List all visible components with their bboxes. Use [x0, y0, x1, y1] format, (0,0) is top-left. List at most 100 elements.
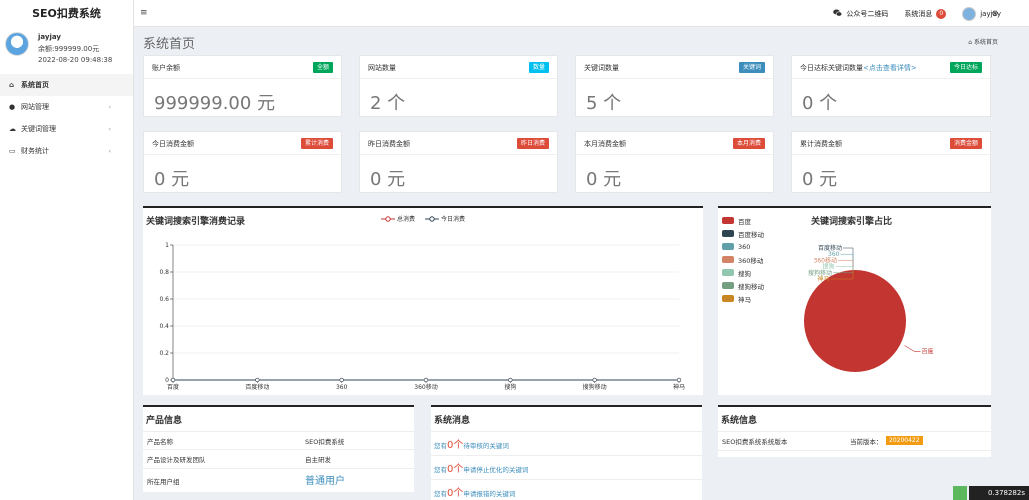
legend-swatch — [722, 217, 734, 224]
legend-item[interactable]: 百度移动 — [722, 227, 764, 240]
sidebar-item-home[interactable]: ⌂ 系统首页 — [0, 74, 133, 96]
row-key: 产品设计及研发团队 — [147, 456, 206, 464]
stat-tag: 昨日消费 — [516, 138, 549, 149]
divider — [431, 431, 702, 432]
chevron-left-icon: ‹ — [108, 147, 111, 155]
table-row: 产品名称 SEO扣费系统 — [143, 431, 414, 450]
stat-card-today-reached: 今日达标关键词数量<点击查看详情> 今日达标 0 个 — [791, 55, 991, 117]
sidebar: jayjay 余额:999999.00元 2022-08-20 09:48:38… — [0, 27, 134, 500]
x-tick-label: 360 — [336, 384, 348, 391]
stat-label: 今日达标关键词数量<点击查看详情> — [800, 63, 917, 73]
pie-label-line — [840, 253, 854, 270]
legend-item[interactable]: 搜狗移动 — [722, 279, 764, 292]
legend-item[interactable]: 360 — [722, 240, 764, 253]
message-link[interactable]: 您有0个申请报错的关键词 — [434, 484, 515, 499]
stat-card-yesterday-spend: 昨日消费金额 昨日消费 0 元 — [359, 131, 558, 193]
breadcrumb-home[interactable]: 系统首页 — [974, 39, 998, 46]
app-logo[interactable]: SEO扣费系统 — [0, 0, 134, 27]
data-point — [339, 377, 344, 383]
gears-icon[interactable]: ⚙ — [987, 0, 1003, 27]
y-tick-label: 1 — [165, 242, 169, 249]
data-point — [676, 377, 682, 383]
data-point — [255, 377, 260, 383]
stat-label-text: 今日达标关键词数量 — [800, 64, 863, 72]
table-row: 所在用户组 普通用户 — [143, 469, 414, 493]
msg-pre: 您有 — [434, 490, 447, 498]
sidebar-item-sites[interactable]: ● 网站管理 ‹ — [0, 96, 133, 118]
legend-swatch — [722, 295, 734, 302]
stat-label: 今日消费金额 — [152, 140, 194, 148]
legend-item[interactable]: 360移动 — [722, 253, 764, 266]
y-tick-label: 0.2 — [159, 350, 169, 357]
pie-chart-legend: 百度 百度移动 360 360移动搜狗搜狗移动 神马 — [722, 214, 764, 305]
stat-card-sites: 网站数量 数量 2 个 — [359, 55, 558, 117]
stat-card-keywords: 关键词数量 关键词 5 个 — [575, 55, 774, 117]
user-name: jayjay — [38, 33, 61, 41]
menu-toggle-icon[interactable]: ≡ — [140, 0, 148, 27]
legend-label: 搜狗移动 — [738, 282, 764, 291]
stat-label: 累计消费金额 — [800, 140, 842, 148]
msg-post: 待审核的关键词 — [463, 442, 509, 450]
divider — [144, 78, 341, 79]
circle-icon: ● — [9, 103, 16, 111]
panel-title: 系统消息 — [434, 416, 471, 426]
top-bar: SEO扣费系统 ≡ 公众号二维码 系统消息 0 jayjay ⚙ — [0, 0, 1029, 27]
load-time: 0.378282s — [987, 489, 1025, 497]
details-link[interactable]: <点击查看详情> — [863, 64, 917, 72]
stat-value: 0 元 — [586, 169, 622, 190]
divider — [792, 154, 990, 155]
credit-card-icon: ▭ — [9, 147, 16, 155]
sidebar-item-label: 系统首页 — [21, 81, 49, 89]
stat-label: 本月消费金额 — [584, 140, 626, 148]
avatar — [962, 6, 977, 21]
legend-item[interactable]: 搜狗 — [722, 266, 764, 279]
legend-item-total[interactable]: 总消费 — [381, 214, 415, 223]
row-key: 产品名称 — [147, 438, 173, 446]
row-value: SEO扣费系统 — [305, 438, 345, 446]
stat-value: 0 元 — [370, 169, 406, 190]
system-messages-panel: 系统消息 您有0个待审核的关键词 您有0个申请停止优化的关键词 您有0个申请报错… — [431, 405, 702, 500]
stat-card-today-spend: 今日消费金额 累计消费 0 元 — [143, 131, 342, 193]
msg-post: 申请报错的关键词 — [463, 490, 516, 498]
divider — [431, 479, 702, 480]
stat-card-total-spend: 累计消费金额 消费金额 0 元 — [791, 131, 991, 193]
msg-pre: 您有 — [434, 466, 447, 474]
home-icon: ⌂ — [9, 81, 15, 89]
legend-label: 总消费 — [397, 216, 416, 223]
breadcrumb: ⌂ 系统首页 — [968, 37, 998, 46]
pie-slice — [804, 270, 906, 372]
comments-icon — [833, 9, 843, 19]
divider — [360, 78, 557, 79]
panel-title: 关键词搜索引擎占比 — [811, 217, 893, 227]
version-badge: 20200422 — [886, 436, 923, 445]
legend-label: 百度 — [738, 217, 751, 226]
legend-item[interactable]: 神马 — [722, 292, 764, 305]
row-key: SEO扣费系统系统版本 — [722, 438, 788, 446]
sidebar-nav: ⌂ 系统首页 ● 网站管理 ‹ ☁ 关键词管理 ‹ ▭ 财务统计 ‹ — [0, 74, 133, 162]
sidebar-item-keywords[interactable]: ☁ 关键词管理 ‹ — [0, 118, 133, 140]
legend-swatch — [722, 269, 734, 276]
row-key: 所在用户组 — [147, 478, 180, 486]
message-link[interactable]: 您有0个待审核的关键词 — [434, 436, 509, 451]
stat-card-balance: 账户余额 全额 999999.00 元 — [143, 55, 342, 117]
sidebar-item-finance[interactable]: ▭ 财务统计 ‹ — [0, 140, 133, 162]
stat-value: 0 元 — [154, 169, 190, 190]
legend-label: 搜狗 — [738, 269, 751, 278]
message-link[interactable]: 您有0个申请停止优化的关键词 — [434, 460, 528, 475]
system-messages-link[interactable]: 系统消息 0 — [904, 8, 947, 19]
legend-item[interactable]: 百度 — [722, 214, 764, 227]
top-nav: 公众号二维码 系统消息 0 jayjay — [833, 0, 1001, 27]
pie-label: 百度 — [921, 347, 933, 355]
watermark-icon — [953, 486, 967, 500]
stat-value: 999999.00 元 — [154, 93, 276, 114]
legend-label: 360移动 — [738, 256, 764, 265]
wechat-qrcode-link[interactable]: 公众号二维码 — [833, 9, 888, 19]
stat-tag: 全额 — [312, 62, 333, 73]
panel-title: 产品信息 — [146, 416, 183, 426]
message-count-badge: 0 — [936, 8, 947, 19]
user-panel: jayjay 余额:999999.00元 2022-08-20 09:48:38 — [0, 27, 133, 72]
legend-item-today[interactable]: 今日消费 — [425, 214, 465, 223]
stat-tag: 累计消费 — [300, 138, 333, 149]
stat-label: 网站数量 — [368, 64, 396, 72]
wechat-label: 公众号二维码 — [846, 9, 889, 18]
